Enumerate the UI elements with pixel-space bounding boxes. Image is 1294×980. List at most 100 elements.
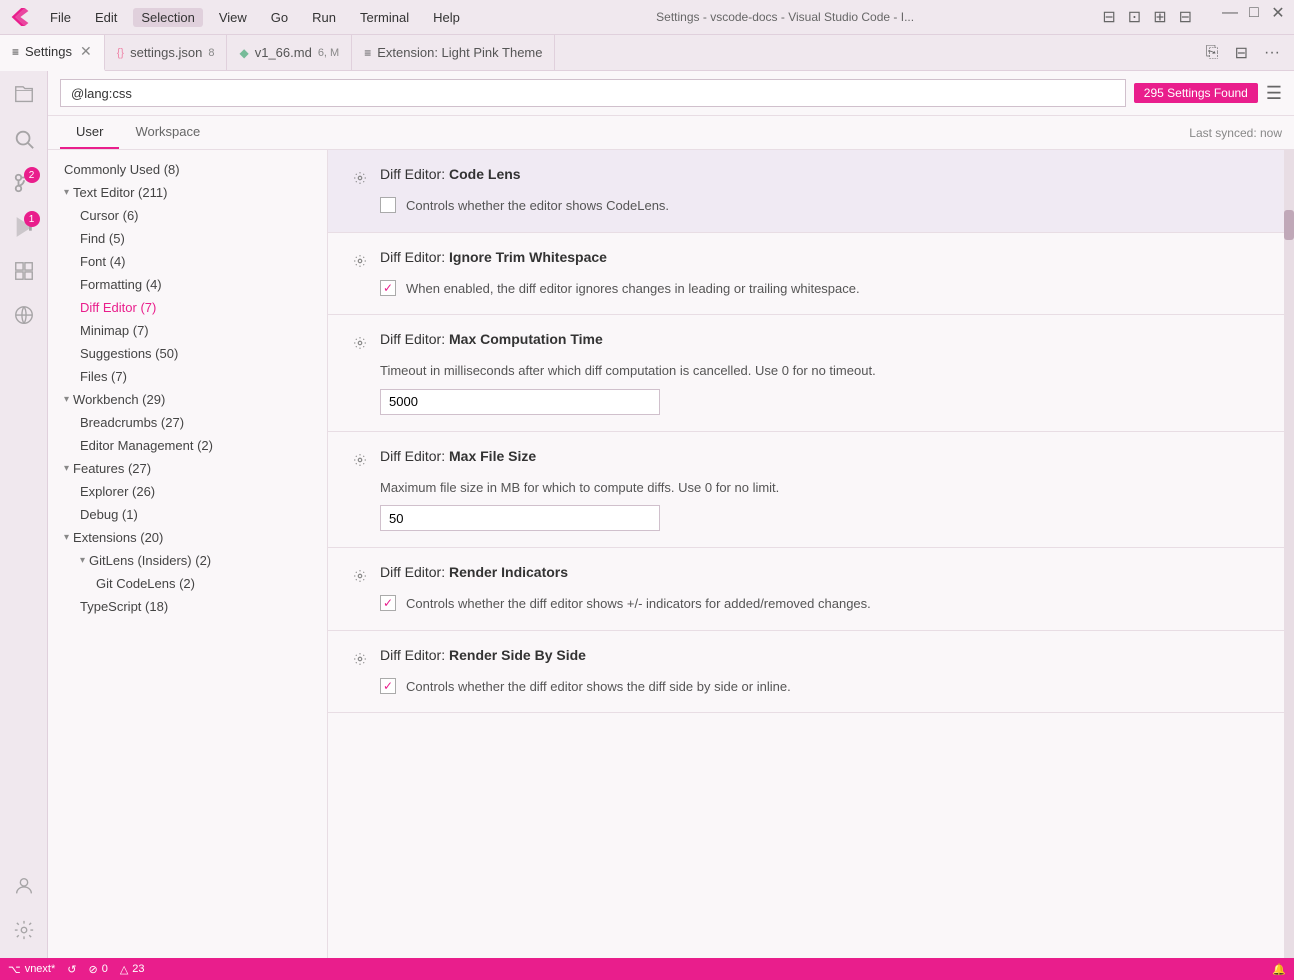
error-count: 0 bbox=[102, 963, 108, 975]
sidebar-item-breadcrumbs[interactable]: Breadcrumbs (27) bbox=[48, 411, 327, 434]
setting-gear-render-indicators[interactable] bbox=[348, 564, 372, 588]
settings-wrapper: 295 Settings Found ☰ User Workspace Last… bbox=[48, 71, 1294, 958]
status-errors[interactable]: ⊘ 0 bbox=[88, 963, 107, 976]
search-input[interactable] bbox=[60, 79, 1126, 107]
tab-user[interactable]: User bbox=[60, 116, 119, 149]
checkbox-render-indicators[interactable] bbox=[380, 595, 396, 611]
scrollbar-thumb[interactable] bbox=[1284, 210, 1294, 240]
setting-max-file-size-header: Diff Editor: Max File Size bbox=[348, 448, 1264, 472]
sidebar-item-gitlens[interactable]: ▾ GitLens (Insiders) (2) bbox=[48, 549, 327, 572]
sidebar-label-features: Features (27) bbox=[73, 461, 151, 476]
status-notifications[interactable]: 🔔 bbox=[1272, 963, 1286, 976]
menu-edit[interactable]: Edit bbox=[87, 8, 125, 27]
input-max-computation-time[interactable] bbox=[380, 389, 660, 415]
status-sync[interactable]: ↺ bbox=[67, 963, 76, 976]
scrollbar-track[interactable] bbox=[1284, 150, 1294, 958]
sidebar-item-suggestions[interactable]: Suggestions (50) bbox=[48, 342, 327, 365]
menu-go[interactable]: Go bbox=[263, 8, 296, 27]
sidebar-item-text-editor[interactable]: ▾ Text Editor (211) bbox=[48, 181, 327, 204]
sidebar-label-gitlens: GitLens (Insiders) (2) bbox=[89, 553, 211, 568]
sidebar-label-commonly-used: Commonly Used (8) bbox=[64, 162, 180, 177]
settings-main: Commonly Used (8) ▾ Text Editor (211) Cu… bbox=[48, 150, 1294, 958]
minimize-button[interactable]: — bbox=[1224, 7, 1236, 19]
layout-icon-4[interactable]: ⊟ bbox=[1179, 7, 1192, 27]
menu-help[interactable]: Help bbox=[425, 8, 468, 27]
sidebar-label-debug: Debug (1) bbox=[80, 507, 138, 522]
activity-item-accounts[interactable] bbox=[4, 866, 44, 906]
sync-icon: ↺ bbox=[67, 963, 76, 976]
setting-gear-max-file-size[interactable] bbox=[348, 448, 372, 472]
sidebar-item-find[interactable]: Find (5) bbox=[48, 227, 327, 250]
sidebar-item-features[interactable]: ▾ Features (27) bbox=[48, 457, 327, 480]
layout-icon-2[interactable]: ⊡ bbox=[1128, 7, 1141, 27]
activity-item-extensions[interactable] bbox=[4, 251, 44, 291]
sidebar-item-diff-editor[interactable]: Diff Editor (7) bbox=[48, 296, 327, 319]
activity-item-run[interactable]: 1 bbox=[4, 207, 44, 247]
sidebar-item-minimap[interactable]: Minimap (7) bbox=[48, 319, 327, 342]
tab-settings-label: Settings bbox=[25, 44, 72, 59]
activity-item-settings-gear[interactable] bbox=[4, 910, 44, 950]
tab-settings[interactable]: ≡ Settings ✕ bbox=[0, 35, 105, 71]
close-button[interactable]: ✕ bbox=[1272, 7, 1284, 19]
checkbox-ignore-trim[interactable] bbox=[380, 280, 396, 296]
setting-render-side-control: Controls whether the diff editor shows t… bbox=[380, 677, 1264, 697]
menu-view[interactable]: View bbox=[211, 8, 255, 27]
setting-render-side-by-side: Diff Editor: Render Side By Side Control… bbox=[328, 631, 1284, 714]
sidebar-item-explorer[interactable]: Explorer (26) bbox=[48, 480, 327, 503]
checkbox-code-lens[interactable] bbox=[380, 197, 396, 213]
tab-settings-close[interactable]: ✕ bbox=[80, 43, 92, 60]
setting-max-file-size-title: Diff Editor: Max File Size bbox=[380, 448, 536, 464]
chevron-features: ▾ bbox=[64, 463, 69, 474]
filter-button[interactable]: ☰ bbox=[1266, 83, 1282, 104]
activity-item-search[interactable] bbox=[4, 119, 44, 159]
sidebar-label-typescript: TypeScript (18) bbox=[80, 599, 168, 614]
sidebar-label-explorer: Explorer (26) bbox=[80, 484, 155, 499]
setting-code-lens: Diff Editor: Code Lens Controls whether … bbox=[328, 150, 1284, 233]
tab-v166[interactable]: ◆ v1_66.md 6, M bbox=[227, 35, 352, 71]
settings-tab-icon: ≡ bbox=[12, 45, 19, 59]
tab-workspace[interactable]: Workspace bbox=[119, 116, 216, 149]
activity-item-explorer[interactable] bbox=[4, 75, 44, 115]
menu-terminal[interactable]: Terminal bbox=[352, 8, 417, 27]
tab-settings-json[interactable]: {} settings.json 8 bbox=[105, 35, 228, 71]
menu-file[interactable]: File bbox=[42, 8, 79, 27]
sidebar-item-commonly-used[interactable]: Commonly Used (8) bbox=[48, 158, 327, 181]
setting-gear-render-side[interactable] bbox=[348, 647, 372, 671]
sidebar-item-debug[interactable]: Debug (1) bbox=[48, 503, 327, 526]
setting-gear-max-computation[interactable] bbox=[348, 331, 372, 355]
sidebar-label-font: Font (4) bbox=[80, 254, 126, 269]
layout-icon-3[interactable]: ⊞ bbox=[1153, 7, 1166, 27]
tab-ext-theme[interactable]: ≡ Extension: Light Pink Theme bbox=[352, 35, 555, 71]
activity-item-source-control[interactable]: 2 bbox=[4, 163, 44, 203]
sidebar-item-cursor[interactable]: Cursor (6) bbox=[48, 204, 327, 227]
setting-ignore-trim-title: Diff Editor: Ignore Trim Whitespace bbox=[380, 249, 607, 265]
sidebar-label-workbench: Workbench (29) bbox=[73, 392, 165, 407]
setting-gear-code-lens[interactable] bbox=[348, 166, 372, 190]
setting-render-indicators-desc: Controls whether the diff editor shows +… bbox=[406, 594, 871, 614]
sidebar-item-workbench[interactable]: ▾ Workbench (29) bbox=[48, 388, 327, 411]
status-bar: ⌥ vnext* ↺ ⊘ 0 △ 23 🔔 bbox=[0, 958, 1294, 980]
setting-ignore-trim: Diff Editor: Ignore Trim Whitespace When… bbox=[328, 233, 1284, 316]
sidebar-item-font[interactable]: Font (4) bbox=[48, 250, 327, 273]
menu-selection[interactable]: Selection bbox=[133, 8, 202, 27]
status-branch[interactable]: ⌥ vnext* bbox=[8, 963, 55, 976]
setting-render-side-header: Diff Editor: Render Side By Side bbox=[348, 647, 1264, 671]
sidebar-item-files[interactable]: Files (7) bbox=[48, 365, 327, 388]
maximize-button[interactable]: □ bbox=[1248, 7, 1260, 19]
sidebar-item-formatting[interactable]: Formatting (4) bbox=[48, 273, 327, 296]
sidebar-item-extensions[interactable]: ▾ Extensions (20) bbox=[48, 526, 327, 549]
input-max-file-size[interactable] bbox=[380, 505, 660, 531]
checkbox-render-side-by-side[interactable] bbox=[380, 678, 396, 694]
sidebar-item-git-codelens[interactable]: Git CodeLens (2) bbox=[48, 572, 327, 595]
layout-icon-1[interactable]: ⊟ bbox=[1102, 7, 1115, 27]
split-editor-btn[interactable]: ⊟ bbox=[1231, 41, 1252, 65]
sidebar-item-editor-management[interactable]: Editor Management (2) bbox=[48, 434, 327, 457]
open-editors-btn[interactable]: ⎘ bbox=[1202, 42, 1223, 64]
setting-gear-ignore-trim[interactable] bbox=[348, 249, 372, 273]
more-actions-btn[interactable]: ··· bbox=[1260, 42, 1284, 64]
status-warnings[interactable]: △ 23 bbox=[120, 963, 145, 976]
menu-run[interactable]: Run bbox=[304, 8, 344, 27]
sidebar-item-typescript[interactable]: TypeScript (18) bbox=[48, 595, 327, 618]
activity-item-remote[interactable] bbox=[4, 295, 44, 335]
settings-tab-group: User Workspace bbox=[60, 116, 216, 149]
